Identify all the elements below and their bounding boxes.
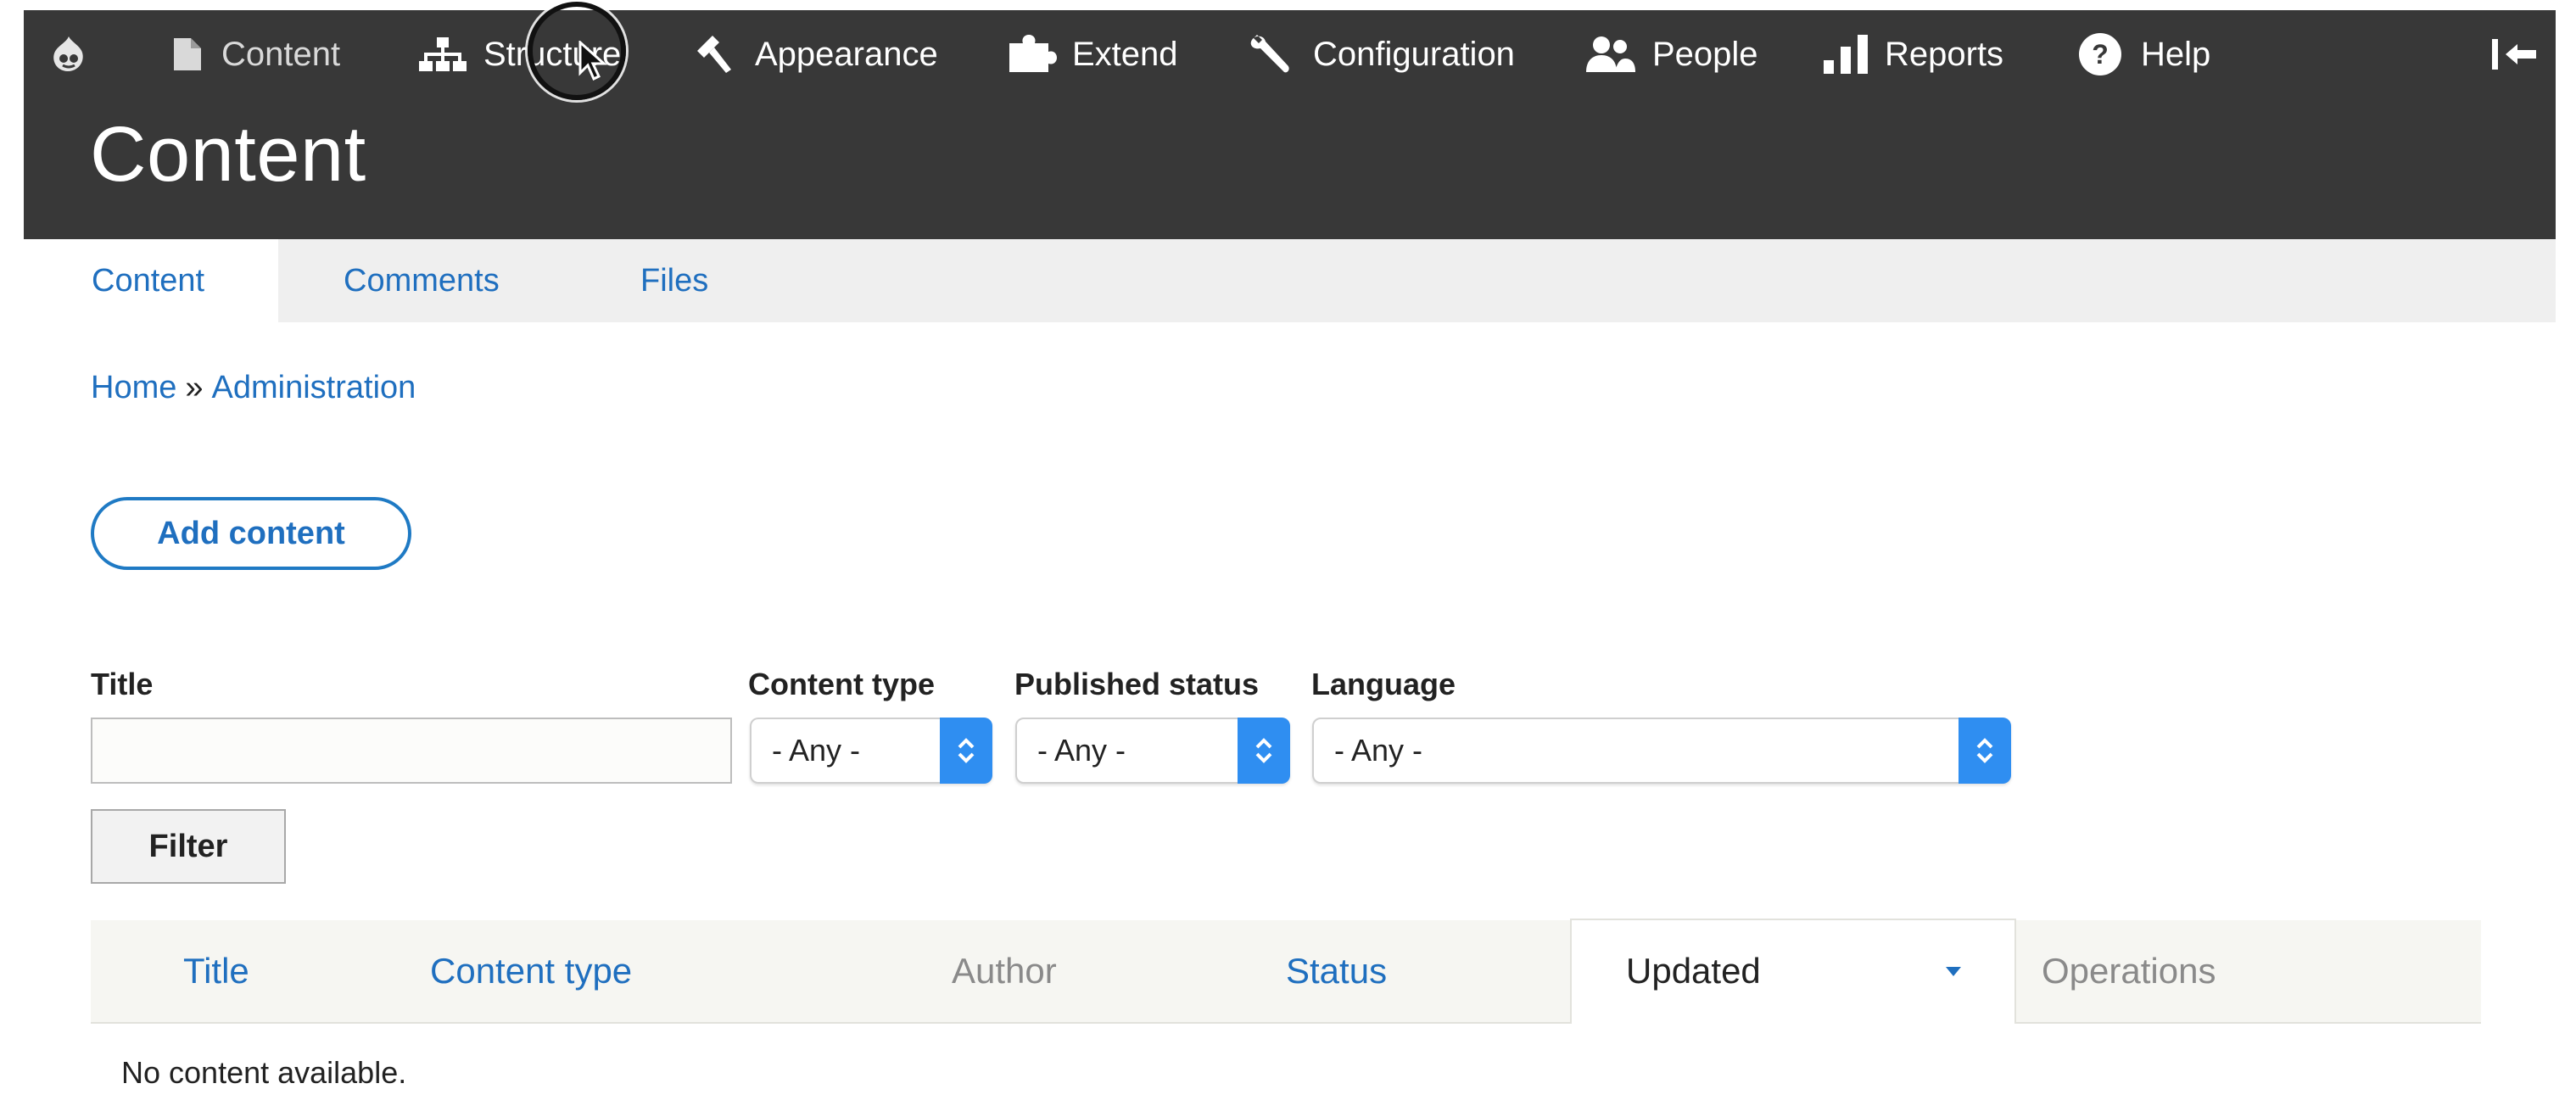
title-filter-label: Title (91, 667, 154, 701)
toolbar-item-people[interactable]: People (1584, 10, 1758, 98)
breadcrumb: Home » Administration (91, 370, 416, 406)
breadcrumb-home-link[interactable]: Home (91, 370, 176, 405)
title-filter-input[interactable] (91, 718, 732, 784)
toolbar-item-label: People (1652, 35, 1758, 73)
paintbrush-icon (692, 34, 736, 75)
column-header-operations: Operations (2042, 920, 2216, 1022)
content-type-filter-label: Content type (748, 667, 935, 701)
select-value: - Any - (1334, 733, 1423, 768)
select-value: - Any - (772, 733, 861, 768)
select-arrows-icon (1238, 718, 1290, 784)
tab-label: Content (92, 262, 205, 299)
file-icon (172, 36, 203, 72)
column-header-label: Updated (1626, 951, 1761, 991)
collapse-toolbar-icon (2490, 37, 2538, 71)
toolbar-item-extend[interactable]: Extend (1008, 10, 1178, 98)
toolbar-item-configuration[interactable]: Configuration (1247, 10, 1515, 98)
column-header-status[interactable]: Status (1286, 920, 1387, 1022)
collapse-toolbar-button[interactable] (2490, 10, 2538, 98)
toolbar-item-label: Help (2141, 35, 2211, 73)
toolbar-item-label: Configuration (1313, 35, 1515, 73)
tab-comments[interactable]: Comments (344, 239, 500, 322)
toolbar-item-label: Reports (1885, 35, 2004, 73)
toolbar-item-content[interactable]: Content (172, 10, 340, 98)
breadcrumb-administration-link[interactable]: Administration (212, 370, 416, 405)
select-arrows-icon (940, 718, 992, 784)
empty-table-message: No content available. (121, 1055, 407, 1090)
language-filter-label: Language (1311, 667, 1456, 701)
cursor-highlight (528, 2, 626, 100)
select-arrows-icon (1959, 718, 2011, 784)
column-header-label: Status (1286, 951, 1388, 991)
secondary-tabs: Content Comments Files (24, 239, 2556, 322)
page: Content Structure Appearance Extend Conf… (0, 0, 2576, 1117)
column-header-updated[interactable]: Updated (1570, 919, 2016, 1024)
toolbar-item-reports[interactable]: Reports (1822, 10, 2003, 98)
people-icon (1584, 35, 1637, 74)
published-status-filter-label: Published status (1014, 667, 1260, 701)
toolbar-item-label: Appearance (755, 35, 938, 73)
page-title: Content (90, 111, 366, 198)
bar-chart-icon (1822, 35, 1869, 74)
column-header-label: Title (183, 951, 249, 991)
select-value: - Any - (1037, 733, 1126, 768)
column-header-author: Author (952, 920, 1057, 1022)
column-header-content-type[interactable]: Content type (430, 920, 632, 1022)
mouse-pointer-icon (578, 39, 607, 86)
svg-text:?: ? (2092, 39, 2109, 70)
admin-toolbar: Content Structure Appearance Extend Conf… (24, 10, 2556, 239)
add-content-label: Add content (157, 515, 345, 551)
content-table-header: Title Content type Author Status Updated… (91, 919, 2481, 1024)
toolbar-menu-bar: Content Structure Appearance Extend Conf… (24, 10, 2556, 98)
breadcrumb-separator: » (185, 370, 204, 405)
puzzle-icon (1008, 35, 1057, 74)
column-header-label: Author (952, 951, 1057, 991)
filter-button-label: Filter (148, 828, 228, 864)
sort-descending-icon (1945, 966, 1962, 982)
column-header-label: Operations (2042, 951, 2216, 991)
help-icon: ? (2078, 32, 2122, 76)
tab-content[interactable]: Content (24, 239, 278, 322)
tab-label: Comments (344, 262, 500, 299)
content-type-select[interactable]: - Any - (750, 718, 992, 784)
filter-button[interactable]: Filter (91, 809, 286, 884)
tab-files[interactable]: Files (640, 239, 708, 322)
toolbar-item-label: Content (221, 35, 341, 73)
toolbar-item-help[interactable]: ? Help (2078, 10, 2210, 98)
column-header-title[interactable]: Title (183, 920, 249, 1022)
language-select[interactable]: - Any - (1312, 718, 2011, 784)
home-link[interactable] (49, 10, 88, 98)
tab-label: Files (640, 262, 709, 299)
toolbar-item-appearance[interactable]: Appearance (692, 10, 938, 98)
drupal-logo-icon (49, 35, 88, 74)
column-header-label: Content type (430, 951, 633, 991)
toolbar-item-label: Extend (1072, 35, 1178, 73)
published-status-select[interactable]: - Any - (1015, 718, 1290, 784)
wrench-icon (1247, 33, 1294, 75)
add-content-button[interactable]: Add content (91, 497, 411, 570)
sitemap-icon (417, 36, 468, 73)
